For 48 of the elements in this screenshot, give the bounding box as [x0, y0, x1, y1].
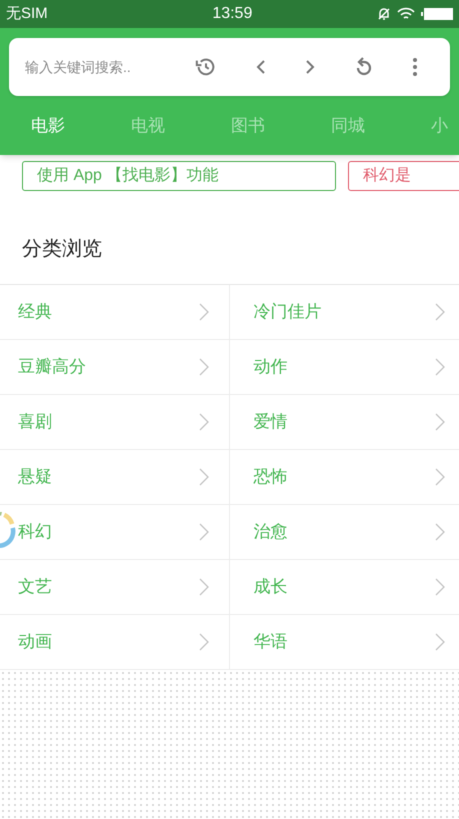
- carrier-text: 无SIM: [6, 4, 48, 24]
- bell-off-icon: [377, 7, 391, 21]
- history-icon[interactable]: [194, 56, 216, 78]
- category-tab[interactable]: 同城: [300, 112, 400, 138]
- category-item[interactable]: 动画: [0, 615, 230, 670]
- back-icon[interactable]: [256, 59, 266, 75]
- category-item[interactable]: 经典: [0, 285, 230, 340]
- search-field[interactable]: 输入关键词搜索..: [25, 56, 175, 78]
- more-icon[interactable]: [412, 58, 416, 76]
- category-tab[interactable]: 小: [400, 112, 459, 138]
- category-item[interactable]: 科幻: [0, 505, 230, 560]
- chevron-right-icon: [198, 523, 208, 541]
- category-item[interactable]: 冷门佳片: [230, 285, 459, 340]
- promo-text: 科幻是: [363, 166, 411, 186]
- chevron-right-icon: [435, 358, 445, 376]
- chevron-right-icon: [435, 468, 445, 486]
- chevron-right-icon: [198, 633, 208, 651]
- category-item[interactable]: 华语: [230, 615, 459, 670]
- promo-banner[interactable]: 使用 App 【找电影】功能: [22, 161, 336, 191]
- category-item[interactable]: 治愈: [230, 505, 459, 560]
- promo-banner[interactable]: 科幻是: [348, 161, 459, 191]
- category-item[interactable]: 喜剧: [0, 395, 230, 450]
- chevron-right-icon: [198, 578, 208, 596]
- chevron-right-icon: [435, 578, 445, 596]
- chevron-right-icon: [435, 523, 445, 541]
- category-item[interactable]: 恐怖: [230, 450, 459, 505]
- category-item[interactable]: 动作: [230, 340, 459, 395]
- category-item[interactable]: 爱情: [230, 395, 459, 450]
- chevron-right-icon: [198, 413, 208, 431]
- chevron-right-icon: [198, 303, 208, 321]
- category-tab[interactable]: 电视: [100, 112, 200, 138]
- category-item[interactable]: 悬疑: [0, 450, 230, 505]
- chevron-right-icon: [198, 358, 208, 376]
- chevron-right-icon: [435, 633, 445, 651]
- battery-icon: [421, 7, 453, 21]
- category-item[interactable]: 文艺: [0, 560, 230, 615]
- section-title: 分类浏览: [21, 237, 103, 262]
- promo-text: 使用 App 【找电影】功能: [37, 166, 218, 186]
- clock-text: 13:59: [212, 4, 252, 24]
- category-tab[interactable]: 电影: [0, 112, 100, 138]
- wifi-icon: [397, 7, 415, 21]
- category-tab[interactable]: 图书: [200, 112, 300, 138]
- chevron-right-icon: [435, 413, 445, 431]
- chevron-right-icon: [435, 303, 445, 321]
- category-item[interactable]: 成长: [230, 560, 459, 615]
- category-item[interactable]: 豆瓣高分: [0, 340, 230, 395]
- forward-icon[interactable]: [304, 59, 314, 75]
- chevron-right-icon: [198, 468, 208, 486]
